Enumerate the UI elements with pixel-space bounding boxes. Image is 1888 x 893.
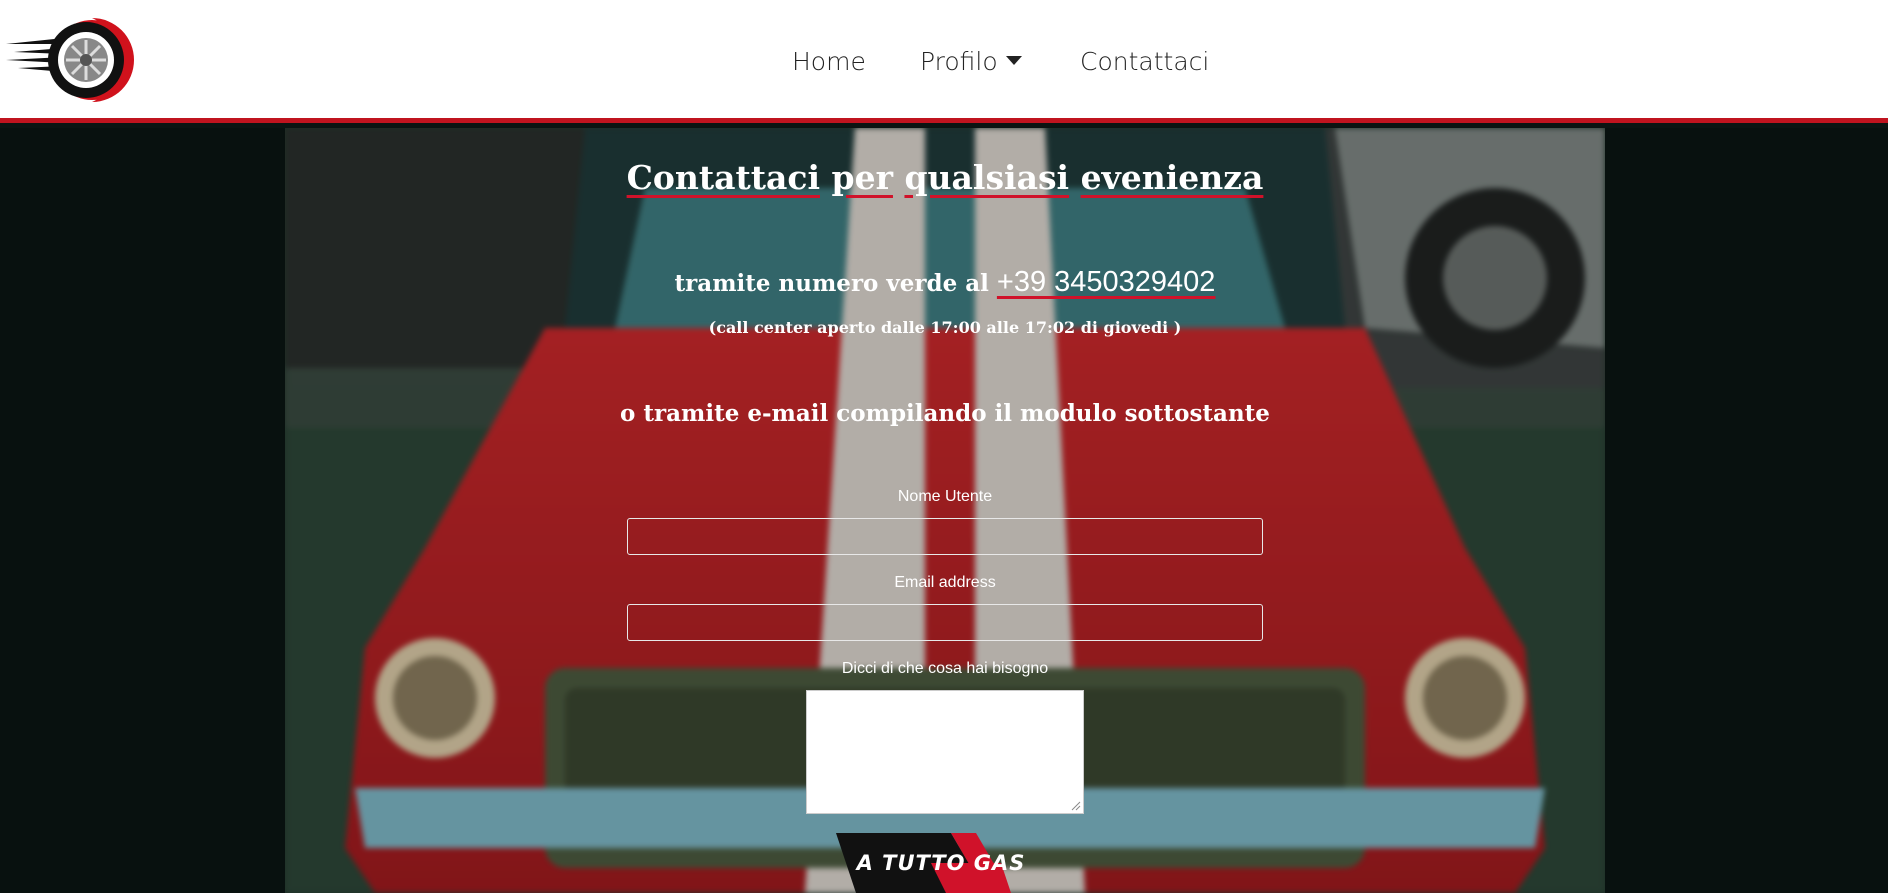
page-title: Contattaci per qualsiasi evenienza	[285, 158, 1605, 197]
call-center-hours: (call center aperto dalle 17:00 alle 17:…	[708, 318, 1182, 337]
email-input[interactable]	[627, 604, 1263, 641]
nav-contattaci[interactable]: Contattaci	[1080, 47, 1209, 76]
contact-content: Contattaci per qualsiasi evenienza trami…	[285, 128, 1605, 893]
email-intro: o tramite e-mail compilando il modulo so…	[620, 400, 1270, 427]
hero-panel: Contattaci per qualsiasi evenienza trami…	[285, 128, 1605, 893]
title-word-1: Contattaci	[626, 158, 820, 197]
resize-grip-icon[interactable]	[1071, 801, 1081, 811]
navbar: Home Profilo Contattaci	[0, 0, 1888, 123]
submit-label: A TUTTO GAS	[856, 851, 1026, 875]
username-label: Nome Utente	[897, 488, 993, 505]
submit-button[interactable]: A TUTTO GAS	[836, 833, 1046, 893]
nav-profilo-dropdown[interactable]: Profilo	[920, 47, 1022, 76]
phone-prefix: tramite numero verde al	[674, 270, 997, 297]
email-label: Email address	[894, 574, 996, 591]
main-section: Contattaci per qualsiasi evenienza trami…	[0, 128, 1888, 893]
nav-profilo-label: Profilo	[920, 47, 998, 76]
message-label: Dicci di che cosa hai bisogno	[841, 660, 1049, 677]
phone-line: tramite numero verde al +39 3450329402	[285, 266, 1605, 299]
phone-number-link[interactable]: +39 3450329402	[997, 266, 1216, 298]
title-word-4: evenienza	[1080, 158, 1264, 197]
username-input[interactable]	[627, 518, 1263, 555]
message-textarea[interactable]	[806, 690, 1084, 814]
title-word-2: per	[831, 158, 893, 197]
nav-links: Home Profilo Contattaci	[0, 0, 1888, 123]
caret-down-icon	[1005, 55, 1022, 65]
title-word-3: qualsiasi	[904, 158, 1070, 197]
nav-home[interactable]: Home	[792, 47, 866, 76]
